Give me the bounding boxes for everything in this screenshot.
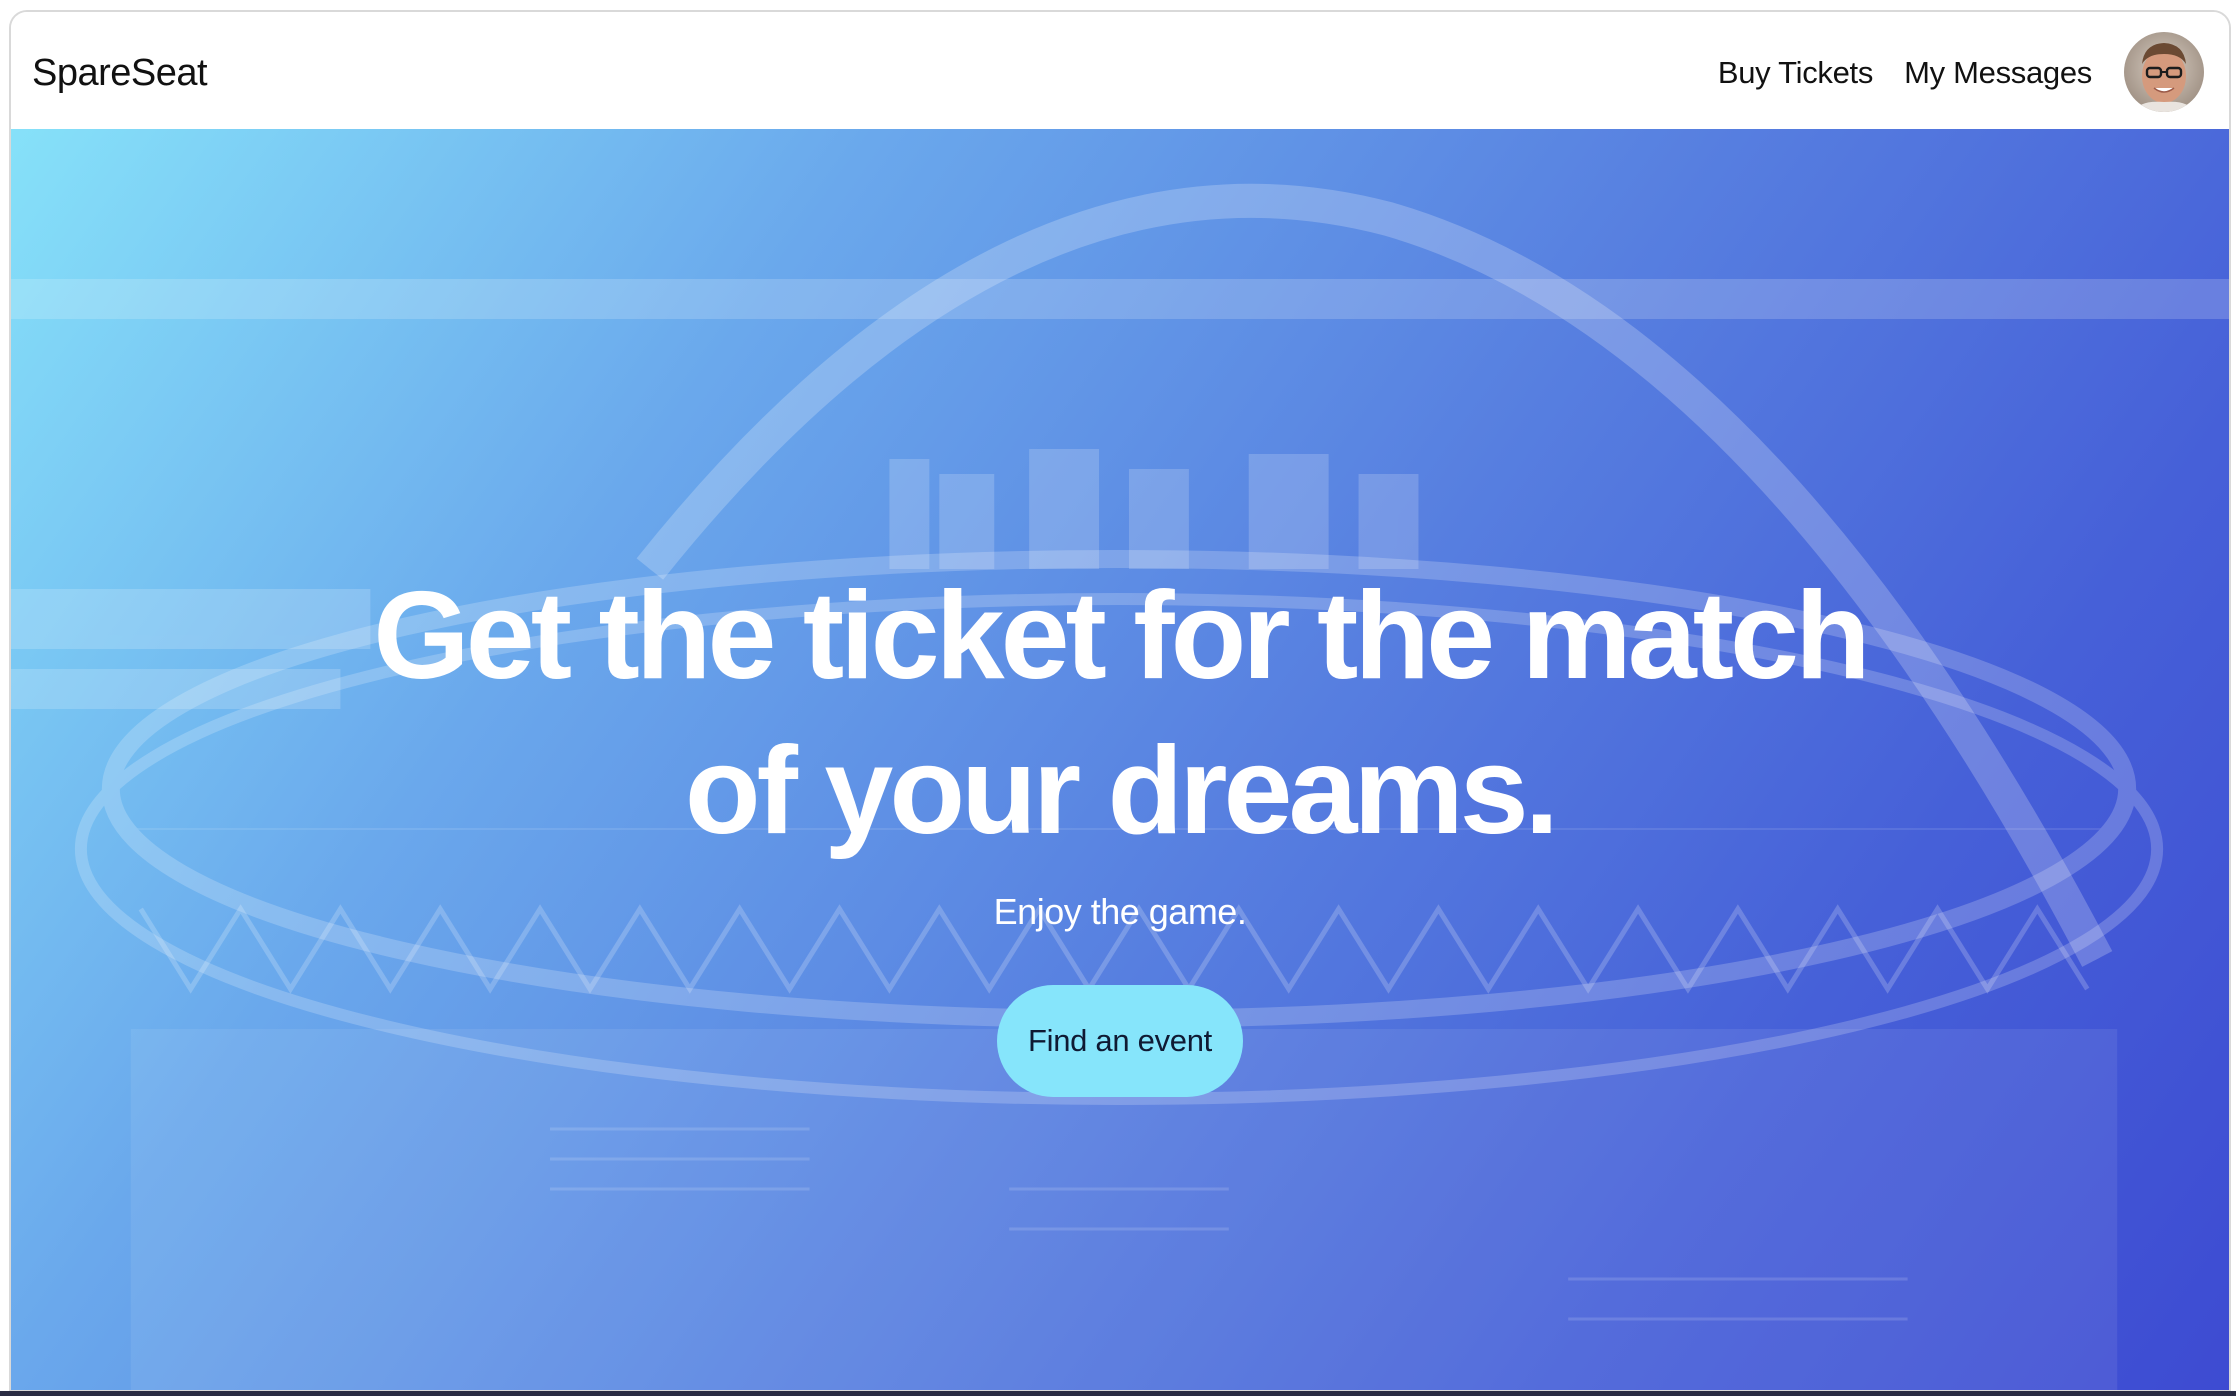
nav-right-group: Buy Tickets My Messages	[1718, 12, 2229, 129]
browser-viewport: SpareSeat Buy Tickets My Messages Get th…	[9, 10, 2231, 1392]
user-avatar-icon[interactable]	[2124, 31, 2204, 112]
brand-logo[interactable]: SpareSeat	[32, 52, 208, 95]
hero-section: Get the ticket for the match of your dre…	[11, 129, 2229, 1390]
nav-link-buy-tickets[interactable]: Buy Tickets	[1718, 55, 1874, 91]
top-navbar: SpareSeat Buy Tickets My Messages	[11, 12, 2229, 129]
avatar-portrait	[2124, 31, 2204, 112]
hero-content: Get the ticket for the match of your dre…	[11, 559, 2229, 1097]
hero-headline: Get the ticket for the match of your dre…	[270, 559, 1970, 869]
hero-subtitle: Enjoy the game.	[993, 891, 1247, 932]
hero-headline-line1: Get the ticket for the match	[373, 567, 1870, 705]
hero-headline-line2: of your dreams.	[684, 722, 1559, 860]
nav-link-my-messages[interactable]: My Messages	[1904, 55, 2092, 91]
window-bottom-edge	[0, 1391, 2236, 1396]
find-event-button[interactable]: Find an event	[997, 985, 1243, 1097]
